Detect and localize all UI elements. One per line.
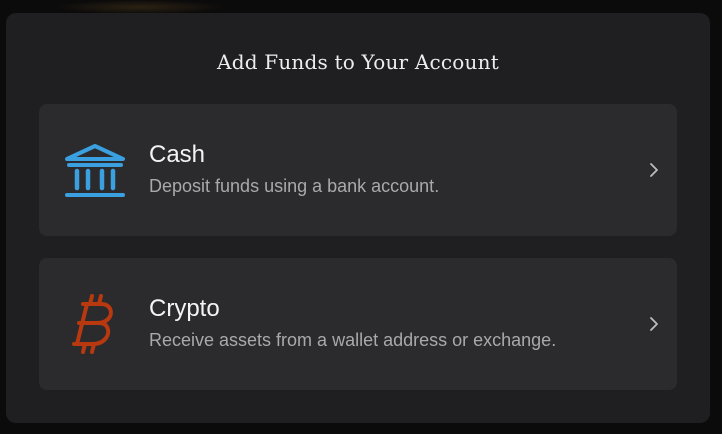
- modal-title: Add Funds to Your Account: [217, 50, 499, 74]
- bank-icon: [65, 144, 125, 197]
- crypto-option-title: Crypto: [149, 295, 220, 322]
- add-funds-modal: Add Funds to Your Account Cash Deposit f…: [6, 13, 710, 423]
- chevron-right-icon: [650, 163, 658, 177]
- chevron-right-icon: [650, 317, 658, 331]
- cash-option-description: Deposit funds using a bank account.: [149, 176, 440, 196]
- cash-option-title: Cash: [149, 141, 206, 168]
- crypto-option[interactable]: Crypto Receive assets from a wallet addr…: [39, 258, 677, 390]
- crypto-option-description: Receive assets from a wallet address or …: [149, 330, 557, 350]
- cash-option[interactable]: Cash Deposit funds using a bank account.: [39, 104, 677, 236]
- bitcoin-icon: [72, 294, 113, 354]
- background-glow: [55, 0, 225, 14]
